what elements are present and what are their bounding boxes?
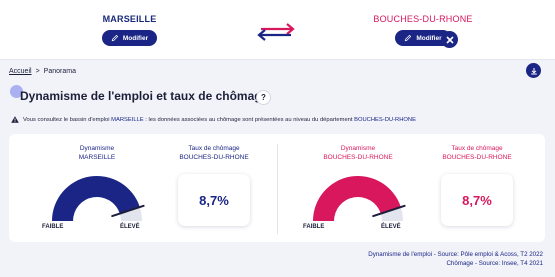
left-rate-place: BOUCHES-DU-RHONE [179,154,249,161]
right-rate-place: BOUCHES-DU-RHONE [442,154,512,161]
right-rate-heading: Taux de chômage BOUCHES-DU-RHONE [427,144,527,162]
breadcrumb-separator: > [35,68,40,75]
left-gauge-low: FAIBLE [42,224,64,230]
close-compare-button[interactable] [441,31,458,48]
notice-link-basin: MARSEILLE [111,116,144,123]
left-gauge-place: MARSEILLE [78,154,116,161]
sources: Dynamisme de l'emploi - Source: Pôle emp… [368,250,543,268]
breadcrumb-home-link[interactable]: Accueil [9,68,32,75]
pencil-icon [405,34,412,42]
right-rate-title: Taux de chômage [451,145,503,152]
notice-link-department: BOUCHES-DU-RHONE [354,116,416,123]
notice-text-pre: Vous consultez le bassin d'emploi [23,116,112,123]
notice: Vous consultez le bassin d'emploi MARSEI… [11,116,416,123]
breadcrumb: Accueil > Panorama [9,68,76,75]
right-gauge-heading: Dynamisme BOUCHES-DU-RHONE [303,144,413,162]
download-button[interactable] [526,63,541,78]
right-location: BOUCHES-DU-RHONE Modifier [368,14,478,47]
left-dynamism-gauge [52,176,145,221]
indicators-card: Dynamisme MARSEILLE FAIBLE ÉLEVÉ Taux de… [9,134,545,242]
right-gauge-place: BOUCHES-DU-RHONE [323,154,393,161]
pencil-icon [111,34,119,42]
compare-bar: MARSEILLE Modifier BOUCHES-DU-RHONE Modi… [0,0,555,60]
close-icon [445,35,454,44]
download-icon [530,67,537,74]
left-location: MARSEILLE Modifier [82,14,177,47]
modify-left-label: Modifier [122,34,149,42]
left-rate-value: 8,7% [178,174,250,226]
section-title: Dynamisme de l'emploi et taux de chômage [20,89,269,103]
modify-right-label: Modifier [416,34,442,42]
right-location-title: BOUCHES-DU-RHONE [373,14,473,24]
right-dynamism-gauge [313,176,406,221]
breadcrumb-current: Panorama [43,68,76,75]
left-location-title: MARSEILLE [102,14,157,24]
swap-arrows-icon[interactable] [255,22,297,42]
source-employment: Dynamisme de l'emploi - Source: Pôle emp… [368,251,543,258]
left-gauge-title: Dynamisme [79,145,115,152]
warning-icon [11,116,19,123]
help-button[interactable]: ? [256,90,271,105]
right-rate-value: 8,7% [441,174,513,226]
left-gauge-high: ÉLEVÉ [120,224,140,230]
notice-text-mid: : les données associées au chômage sont … [143,116,355,123]
card-divider [277,144,278,234]
right-gauge-title: Dynamisme [340,145,376,152]
right-gauge-high: ÉLEVÉ [381,224,401,230]
left-rate-heading: Taux de chômage BOUCHES-DU-RHONE [164,144,264,162]
source-unemployment: Chômage - Source: Insee, T4 2021 [446,260,543,267]
right-gauge-low: FAIBLE [303,224,325,230]
left-rate-title: Taux de chômage [188,145,240,152]
left-gauge-heading: Dynamisme MARSEILLE [42,144,152,162]
modify-left-button[interactable]: Modifier [101,30,158,46]
